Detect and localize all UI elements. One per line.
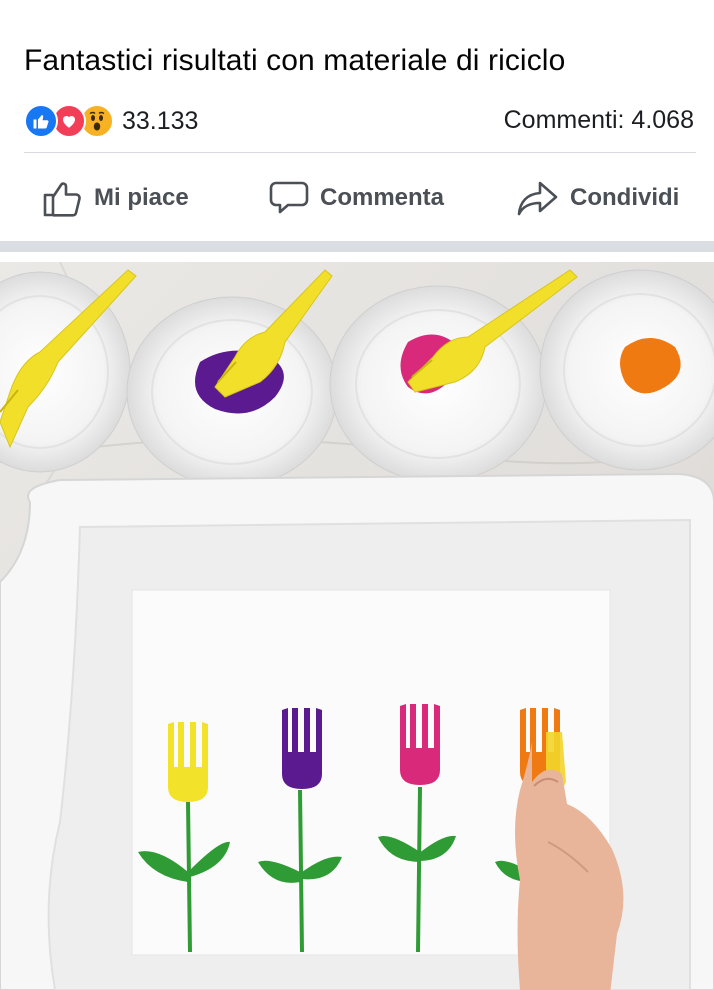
fork-painting-craft-image — [0, 262, 714, 990]
comment-button[interactable]: Commenta — [268, 172, 444, 224]
post-actions-bar: Mi piace Commenta Condividi — [0, 172, 714, 224]
section-separator — [0, 241, 714, 252]
like-icon — [24, 104, 58, 138]
divider — [24, 152, 696, 153]
comment-bubble-icon — [269, 181, 309, 214]
share-label: Condividi — [570, 184, 680, 211]
share-arrow-icon — [517, 181, 558, 216]
reactions-summary[interactable]: 33.133 — [24, 104, 198, 138]
like-label: Mi piace — [94, 184, 189, 211]
previous-post-text-fragment — [130, 0, 430, 4]
post-title: Fantastici risultati con materiale di ri… — [24, 44, 566, 77]
post-photo[interactable] — [0, 262, 714, 990]
like-button[interactable]: Mi piace — [42, 172, 189, 224]
share-button[interactable]: Condividi — [516, 172, 679, 224]
comment-label: Commenta — [320, 184, 445, 211]
reaction-count: 33.133 — [122, 106, 199, 135]
thumbs-up-icon — [43, 182, 81, 217]
comments-count-link[interactable]: Commenti: 4.068 — [504, 106, 694, 135]
